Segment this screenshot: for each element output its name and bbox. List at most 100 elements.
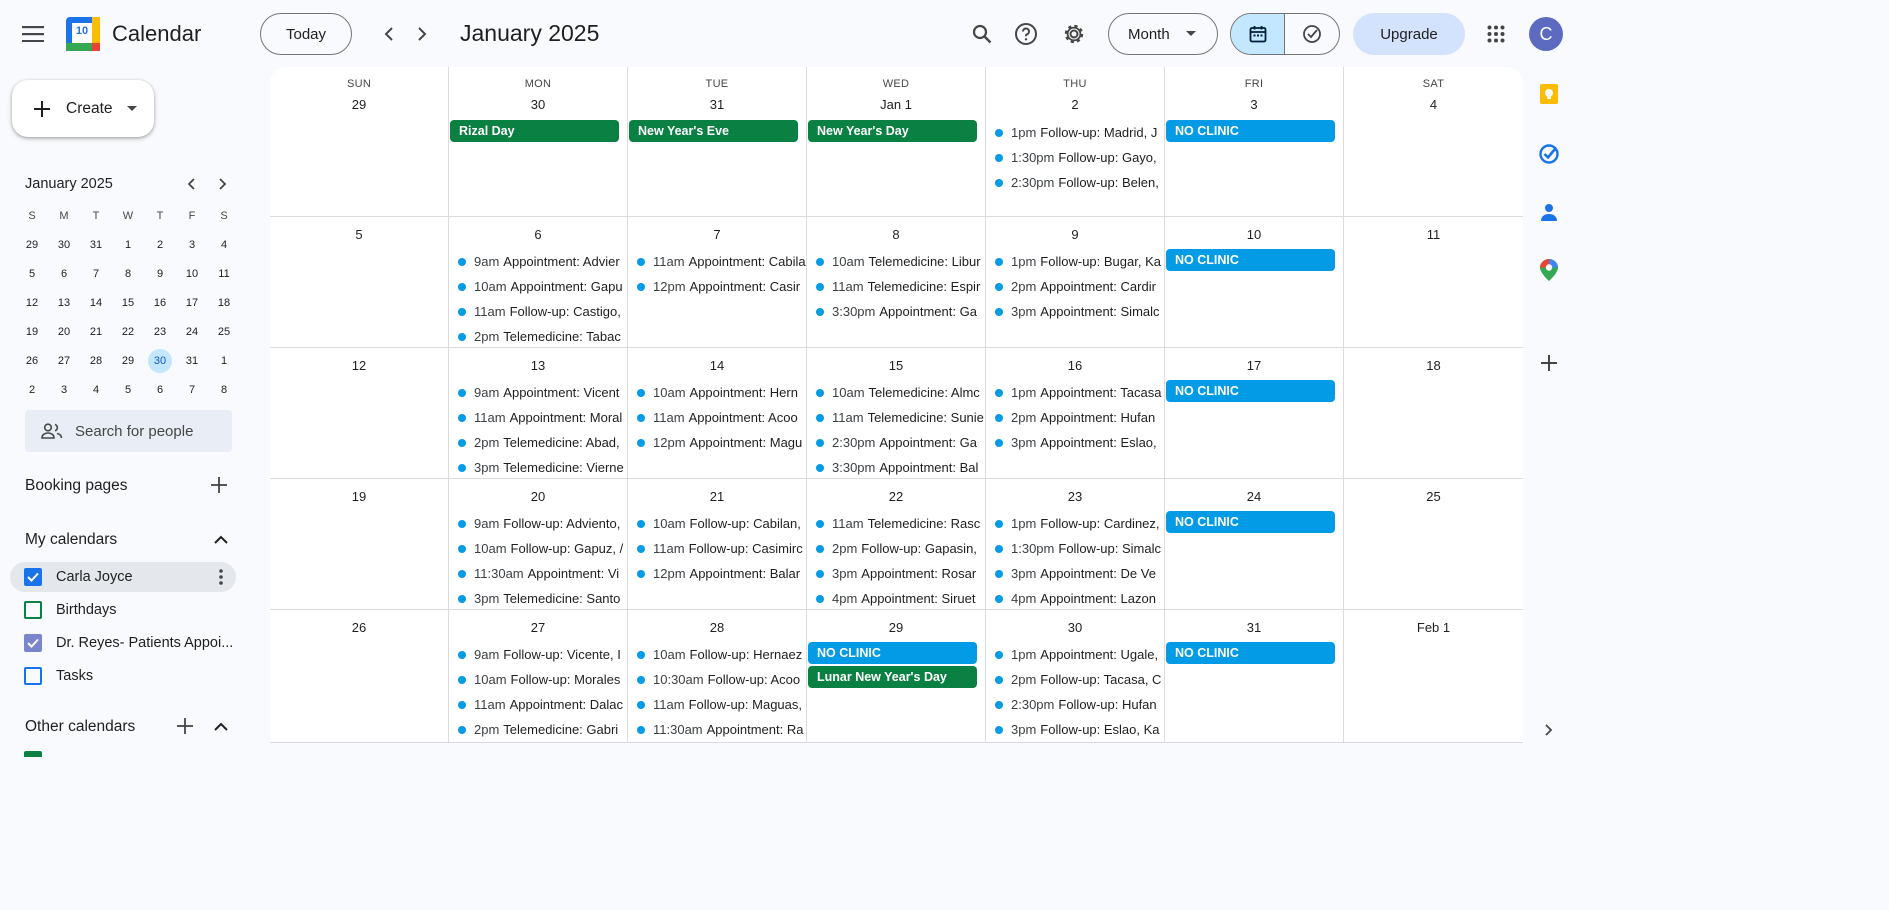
day-number[interactable]: Feb 1: [1344, 620, 1523, 638]
event-item[interactable]: 9am Appointment: Advier: [449, 249, 627, 274]
mini-day[interactable]: 3: [48, 375, 80, 404]
event-item[interactable]: 3pm Telemedicine: Vierne: [449, 455, 627, 478]
day-cell[interactable]: 25: [1344, 479, 1523, 610]
checkbox-unchecked-icon[interactable]: [24, 667, 42, 685]
upgrade-button[interactable]: Upgrade: [1353, 13, 1465, 55]
event-item[interactable]: 10am Appointment: Gapu: [449, 274, 627, 299]
event-item[interactable]: 10:30am Follow-up: Acoo: [628, 667, 806, 692]
account-avatar[interactable]: C: [1529, 17, 1563, 51]
mini-day[interactable]: 18: [208, 288, 240, 317]
event-item[interactable]: 3pm Appointment: Rosar: [807, 561, 985, 586]
event-item[interactable]: 11am Appointment: Acoo: [628, 405, 806, 430]
hide-side-panel-button[interactable]: [1537, 718, 1561, 742]
search-people-input[interactable]: Search for people: [25, 410, 232, 452]
event-item[interactable]: 4pm Appointment: Siruet: [807, 586, 985, 609]
event-item[interactable]: 12pm Appointment: Casir: [628, 274, 806, 299]
day-cell[interactable]: 31 NO CLINIC: [1165, 610, 1344, 743]
mini-day[interactable]: 31: [176, 346, 208, 375]
search-button[interactable]: [962, 14, 1002, 54]
mini-day[interactable]: 8: [112, 259, 144, 288]
day-cell[interactable]: 10 NO CLINIC: [1165, 217, 1344, 348]
event-item[interactable]: 11am Appointment: Dalac: [449, 692, 627, 717]
mini-day[interactable]: 14: [80, 288, 112, 317]
event-item[interactable]: 10am Telemedicine: Almc: [807, 380, 985, 405]
mini-day[interactable]: 20: [48, 317, 80, 346]
event-item[interactable]: 2:30pm Appointment: Ga: [807, 430, 985, 455]
mini-day[interactable]: 17: [176, 288, 208, 317]
day-number[interactable]: 25: [1344, 489, 1523, 507]
mini-day[interactable]: 30: [144, 346, 176, 375]
day-cell[interactable]: 20 9am Follow-up: Adviento, 10am Follow-up: …: [449, 479, 628, 610]
event-item[interactable]: 10am Follow-up: Morales: [449, 667, 627, 692]
mini-day[interactable]: 29: [16, 230, 48, 259]
create-button[interactable]: Create: [12, 80, 154, 137]
main-menu-icon[interactable]: [13, 14, 53, 54]
event-item[interactable]: 11am Follow-up: Castigo,: [449, 299, 627, 324]
help-button[interactable]: [1006, 14, 1046, 54]
event-item[interactable]: 3pm Appointment: De Ve: [986, 561, 1164, 586]
day-number[interactable]: 3: [1165, 97, 1343, 115]
day-number[interactable]: 27: [449, 620, 627, 638]
day-number[interactable]: 11: [1344, 227, 1523, 245]
day-number[interactable]: 4: [1344, 97, 1523, 115]
event-item[interactable]: 1:30pm Follow-up: Simalc: [986, 536, 1164, 561]
tasks-view-toggle[interactable]: [1285, 14, 1339, 54]
maps-button[interactable]: [1533, 254, 1565, 286]
event-item[interactable]: 11am Follow-up: Casimirc: [628, 536, 806, 561]
event-item[interactable]: 2pm Follow-up: Tacasa, C: [986, 667, 1164, 692]
holiday-chip[interactable]: Lunar New Year's Day: [808, 666, 977, 688]
day-number[interactable]: 21: [628, 489, 806, 507]
holiday-chip[interactable]: New Year's Eve: [629, 120, 798, 142]
day-cell[interactable]: 18: [1344, 348, 1523, 479]
event-item[interactable]: 11am Telemedicine: Rasc: [807, 511, 985, 536]
calendar-view-toggle[interactable]: [1231, 14, 1286, 54]
event-item[interactable]: 3:30pm Appointment: Bal: [807, 455, 985, 478]
today-button[interactable]: Today: [260, 13, 352, 55]
mini-day[interactable]: 13: [48, 288, 80, 317]
day-number[interactable]: Jan 1: [807, 97, 985, 115]
mini-day[interactable]: 22: [112, 317, 144, 346]
all-day-event-chip[interactable]: NO CLINIC: [1166, 642, 1335, 664]
event-item[interactable]: 12pm Appointment: Magu: [628, 430, 806, 455]
day-cell[interactable]: 26: [270, 610, 449, 743]
day-cell[interactable]: MON 30 Rizal Day: [449, 67, 628, 217]
day-cell[interactable]: 30 1pm Appointment: Ugale, 2pm Follow-up: Ta…: [986, 610, 1165, 743]
day-number[interactable]: 29: [807, 620, 985, 638]
day-number[interactable]: 10: [1165, 227, 1343, 245]
all-day-event-chip[interactable]: NO CLINIC: [808, 642, 977, 664]
day-number[interactable]: 28: [628, 620, 806, 638]
event-item[interactable]: 1pm Follow-up: Madrid, J: [986, 120, 1164, 145]
mini-day[interactable]: 27: [48, 346, 80, 375]
mini-day[interactable]: 24: [176, 317, 208, 346]
mini-next-month-button[interactable]: [208, 169, 238, 199]
day-cell[interactable]: 11: [1344, 217, 1523, 348]
mini-day[interactable]: 8: [208, 375, 240, 404]
mini-day[interactable]: 12: [16, 288, 48, 317]
event-item[interactable]: 1pm Appointment: Ugale,: [986, 642, 1164, 667]
day-number[interactable]: 17: [1165, 358, 1343, 376]
view-selector[interactable]: Month: [1108, 13, 1218, 55]
day-cell[interactable]: 14 10am Appointment: Hern 11am Appointment: …: [628, 348, 807, 479]
day-cell[interactable]: 8 10am Telemedicine: Libur 11am Telemedicine…: [807, 217, 986, 348]
next-period-button[interactable]: [402, 14, 442, 54]
event-item[interactable]: 3pm Telemedicine: Santo: [449, 586, 627, 609]
day-cell[interactable]: 24 NO CLINIC: [1165, 479, 1344, 610]
event-item[interactable]: 11:30am Appointment: Ra: [628, 717, 806, 742]
day-number[interactable]: 23: [986, 489, 1164, 507]
day-number[interactable]: 6: [449, 227, 627, 245]
tasks-app-button[interactable]: [1533, 138, 1565, 170]
mini-day[interactable]: 23: [144, 317, 176, 346]
mini-day[interactable]: 15: [112, 288, 144, 317]
day-cell[interactable]: 13 9am Appointment: Vicent 11am Appointment:…: [449, 348, 628, 479]
day-number[interactable]: 30: [449, 97, 627, 115]
event-item[interactable]: 3pm Follow-up: Eslao, Ka: [986, 717, 1164, 742]
holiday-chip[interactable]: New Year's Day: [808, 120, 977, 142]
contacts-button[interactable]: [1533, 196, 1565, 228]
event-item[interactable]: 11am Follow-up: Maguas,: [628, 692, 806, 717]
day-number[interactable]: 16: [986, 358, 1164, 376]
day-number[interactable]: 12: [270, 358, 448, 376]
all-day-event-chip[interactable]: NO CLINIC: [1166, 380, 1335, 402]
mini-day[interactable]: 25: [208, 317, 240, 346]
mini-day[interactable]: 19: [16, 317, 48, 346]
all-day-event-chip[interactable]: NO CLINIC: [1166, 120, 1335, 142]
